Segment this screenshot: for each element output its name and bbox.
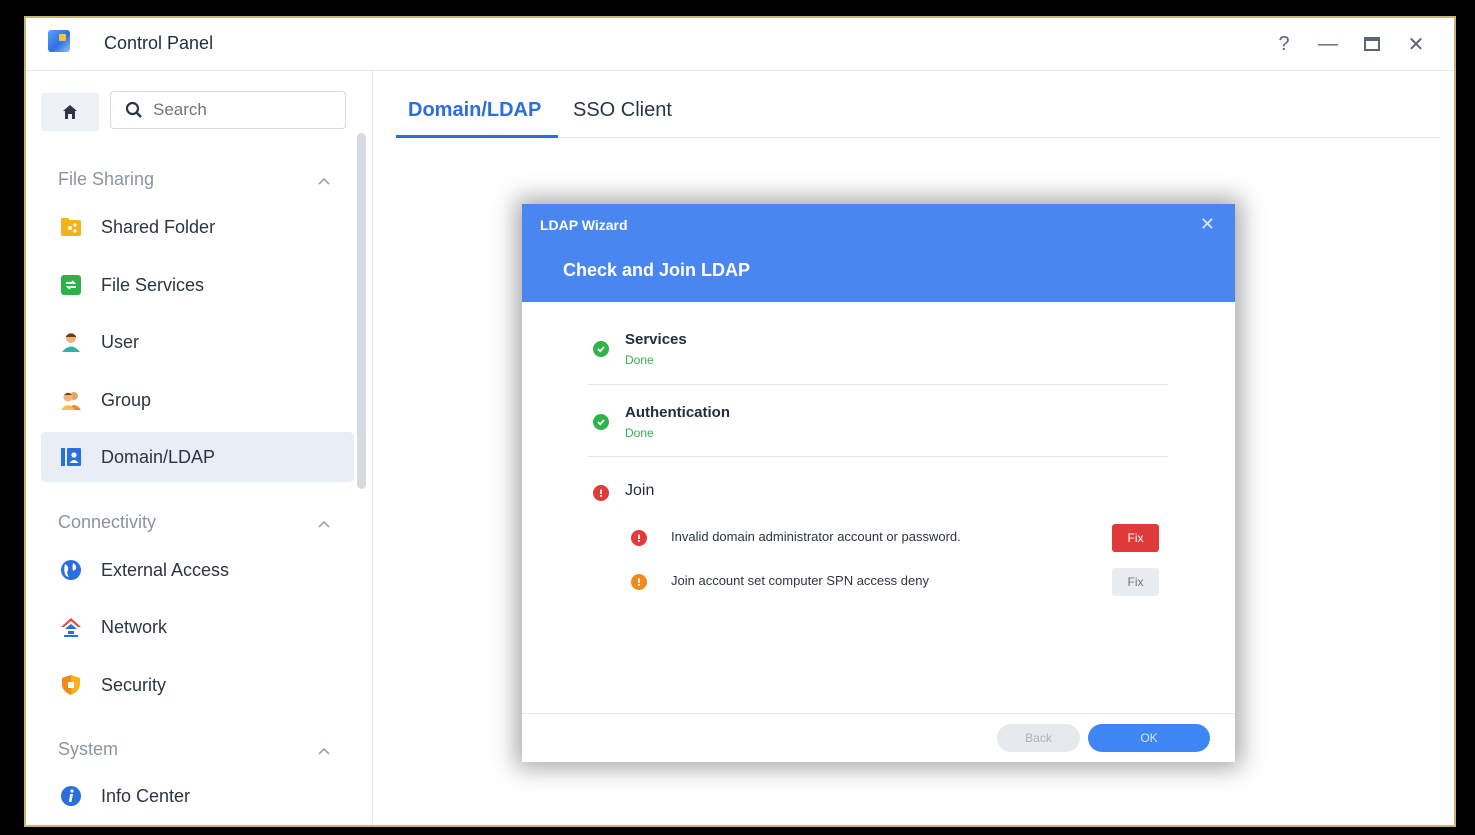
sidebar-item-label: Domain/LDAP — [101, 446, 216, 467]
chevron-up-icon[interactable] — [316, 518, 332, 530]
sidebar: File Sharing Shared Folder File Services… — [26, 71, 373, 825]
fix-spn-access-button[interactable]: Fix — [1112, 568, 1159, 596]
warning-icon — [631, 574, 647, 590]
dialog-close-button[interactable]: ✕ — [1200, 214, 1215, 235]
close-icon: ✕ — [1407, 33, 1425, 56]
sidebar-item-info-center[interactable]: Info Center — [41, 771, 354, 821]
step-authentication-status: Done — [625, 426, 654, 440]
fix-invalid-credentials-button[interactable]: Fix — [1112, 524, 1159, 552]
sidebar-item-security[interactable]: Security — [41, 660, 354, 710]
dialog-footer: Back OK — [522, 713, 1235, 762]
tab-bar: Domain/LDAP SSO Client — [396, 71, 1440, 138]
back-button[interactable]: Back — [997, 724, 1080, 752]
sidebar-scrollbar[interactable] — [357, 133, 366, 489]
control-panel-window: Control Panel ? — ✕ Search File Sharing … — [24, 16, 1456, 827]
window-title: Control Panel — [104, 33, 214, 53]
home-icon — [63, 105, 77, 119]
info-icon — [60, 785, 82, 807]
divider — [588, 384, 1168, 385]
sidebar-item-external-access[interactable]: External Access — [41, 545, 354, 595]
maximize-icon — [1364, 37, 1380, 51]
chevron-up-icon[interactable] — [316, 175, 332, 187]
sidebar-item-label: External Access — [101, 559, 230, 580]
sidebar-item-network[interactable]: Network — [41, 602, 354, 652]
close-button[interactable]: ✕ — [1402, 30, 1430, 58]
user-icon — [60, 331, 82, 353]
issue-spn-access-deny: Join account set computer SPN access den… — [671, 573, 929, 588]
section-connectivity: Connectivity — [58, 512, 157, 532]
shared-folder-icon — [60, 216, 82, 238]
step-services-status: Done — [625, 353, 654, 367]
step-authentication-name: Authentication — [625, 404, 730, 421]
step-services-name: Services — [625, 331, 687, 348]
issue-invalid-credentials: Invalid domain administrator account or … — [671, 529, 961, 544]
sidebar-item-group[interactable]: Group — [41, 375, 354, 425]
section-system: System — [58, 739, 119, 759]
error-icon — [631, 530, 647, 546]
chevron-up-icon[interactable] — [316, 745, 332, 757]
ok-button[interactable]: OK — [1088, 724, 1210, 752]
shield-icon — [60, 674, 82, 696]
title-bar: Control Panel ? — ✕ — [26, 18, 1454, 71]
sidebar-item-label: User — [101, 331, 140, 352]
ldap-wizard-dialog: LDAP Wizard ✕ Check and Join LDAP Servic… — [522, 204, 1235, 762]
search-icon — [125, 101, 142, 118]
help-icon: ? — [1278, 32, 1290, 55]
maximize-button[interactable] — [1358, 30, 1386, 58]
sidebar-item-label: Network — [101, 616, 168, 637]
domain-ldap-icon — [60, 446, 82, 468]
search-input[interactable] — [151, 99, 325, 121]
sidebar-item-label: Info Center — [101, 785, 191, 806]
dialog-header: LDAP Wizard ✕ Check and Join LDAP — [522, 204, 1235, 302]
group-icon — [60, 389, 82, 411]
error-icon — [593, 485, 609, 501]
home-button[interactable] — [41, 93, 99, 131]
control-panel-app-icon — [48, 30, 70, 52]
globe-icon — [60, 559, 82, 581]
minimize-icon: — — [1318, 32, 1338, 55]
step-join-name: Join — [625, 482, 655, 499]
dialog-heading: Check and Join LDAP — [563, 260, 751, 280]
sidebar-item-label: Group — [101, 389, 152, 410]
close-icon: ✕ — [1199, 214, 1215, 234]
sidebar-item-user[interactable]: User — [41, 317, 354, 367]
sidebar-item-label: Shared Folder — [101, 216, 216, 237]
check-icon — [593, 414, 609, 430]
sidebar-item-domain-ldap[interactable]: Domain/LDAP — [41, 432, 354, 482]
tab-domain-ldap[interactable]: Domain/LDAP — [408, 99, 541, 122]
help-button[interactable]: ? — [1270, 30, 1298, 58]
search-box[interactable] — [110, 91, 346, 129]
section-file-sharing: File Sharing — [58, 169, 155, 189]
sidebar-item-label: Security — [101, 674, 167, 695]
minimize-button[interactable]: — — [1314, 30, 1342, 58]
check-icon — [593, 341, 609, 357]
sidebar-item-label: File Services — [101, 274, 205, 295]
network-icon — [60, 616, 82, 638]
dialog-title: LDAP Wizard — [540, 217, 628, 233]
sidebar-item-file-services[interactable]: File Services — [41, 260, 354, 310]
active-tab-indicator — [396, 135, 558, 138]
file-services-icon — [60, 274, 82, 296]
tab-sso-client[interactable]: SSO Client — [573, 99, 672, 122]
divider — [588, 456, 1168, 457]
sidebar-item-shared-folder[interactable]: Shared Folder — [41, 202, 354, 252]
